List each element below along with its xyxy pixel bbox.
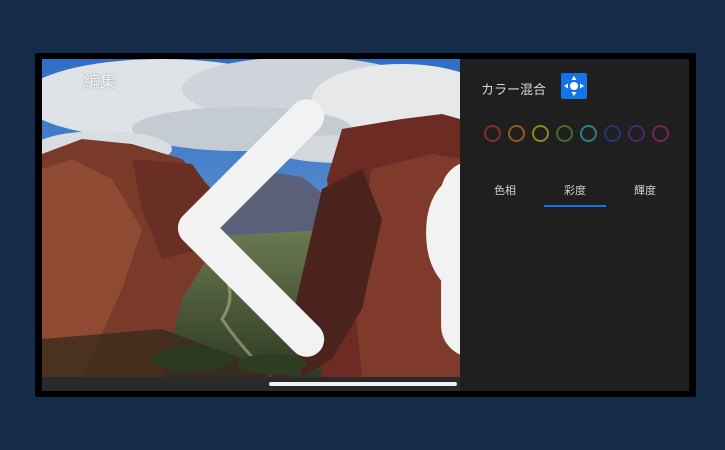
swatch-orange[interactable]: [508, 125, 525, 142]
swatch-blue[interactable]: [604, 125, 621, 142]
tab-hue[interactable]: 色相: [470, 182, 540, 198]
share-button[interactable]: [350, 67, 460, 355]
target-adjust-button[interactable]: [561, 73, 587, 99]
swatch-yellow[interactable]: [532, 125, 549, 142]
more-button[interactable]: [430, 67, 454, 91]
tab-luminance[interactable]: 輝度: [610, 182, 680, 198]
device-frame: 編集 カラー混合 色相 彩度 輝度: [35, 53, 696, 397]
page-title: 編集: [84, 72, 117, 91]
target-adjust-icon: [564, 76, 584, 96]
tab-saturation[interactable]: 彩度: [540, 182, 610, 198]
panel-title: カラー混合: [481, 83, 547, 98]
back-button[interactable]: [50, 69, 325, 357]
color-mix-panel: カラー混合 色相 彩度 輝度: [460, 59, 689, 391]
more-icon: [430, 67, 460, 377]
swatch-aqua[interactable]: [580, 125, 597, 142]
cloud-sync-button[interactable]: [388, 67, 460, 295]
swatch-red[interactable]: [484, 125, 501, 142]
app-screen: 編集 カラー混合 色相 彩度 輝度: [42, 59, 689, 391]
swatch-green[interactable]: [556, 125, 573, 142]
photo-canvas[interactable]: 編集: [42, 59, 460, 377]
top-toolbar: 編集: [42, 59, 460, 357]
active-tab-indicator: [544, 205, 606, 207]
home-indicator[interactable]: [269, 382, 457, 386]
swatch-purple[interactable]: [628, 125, 645, 142]
swatch-magenta[interactable]: [652, 125, 669, 142]
mix-tabs: 色相 彩度 輝度: [460, 182, 689, 212]
